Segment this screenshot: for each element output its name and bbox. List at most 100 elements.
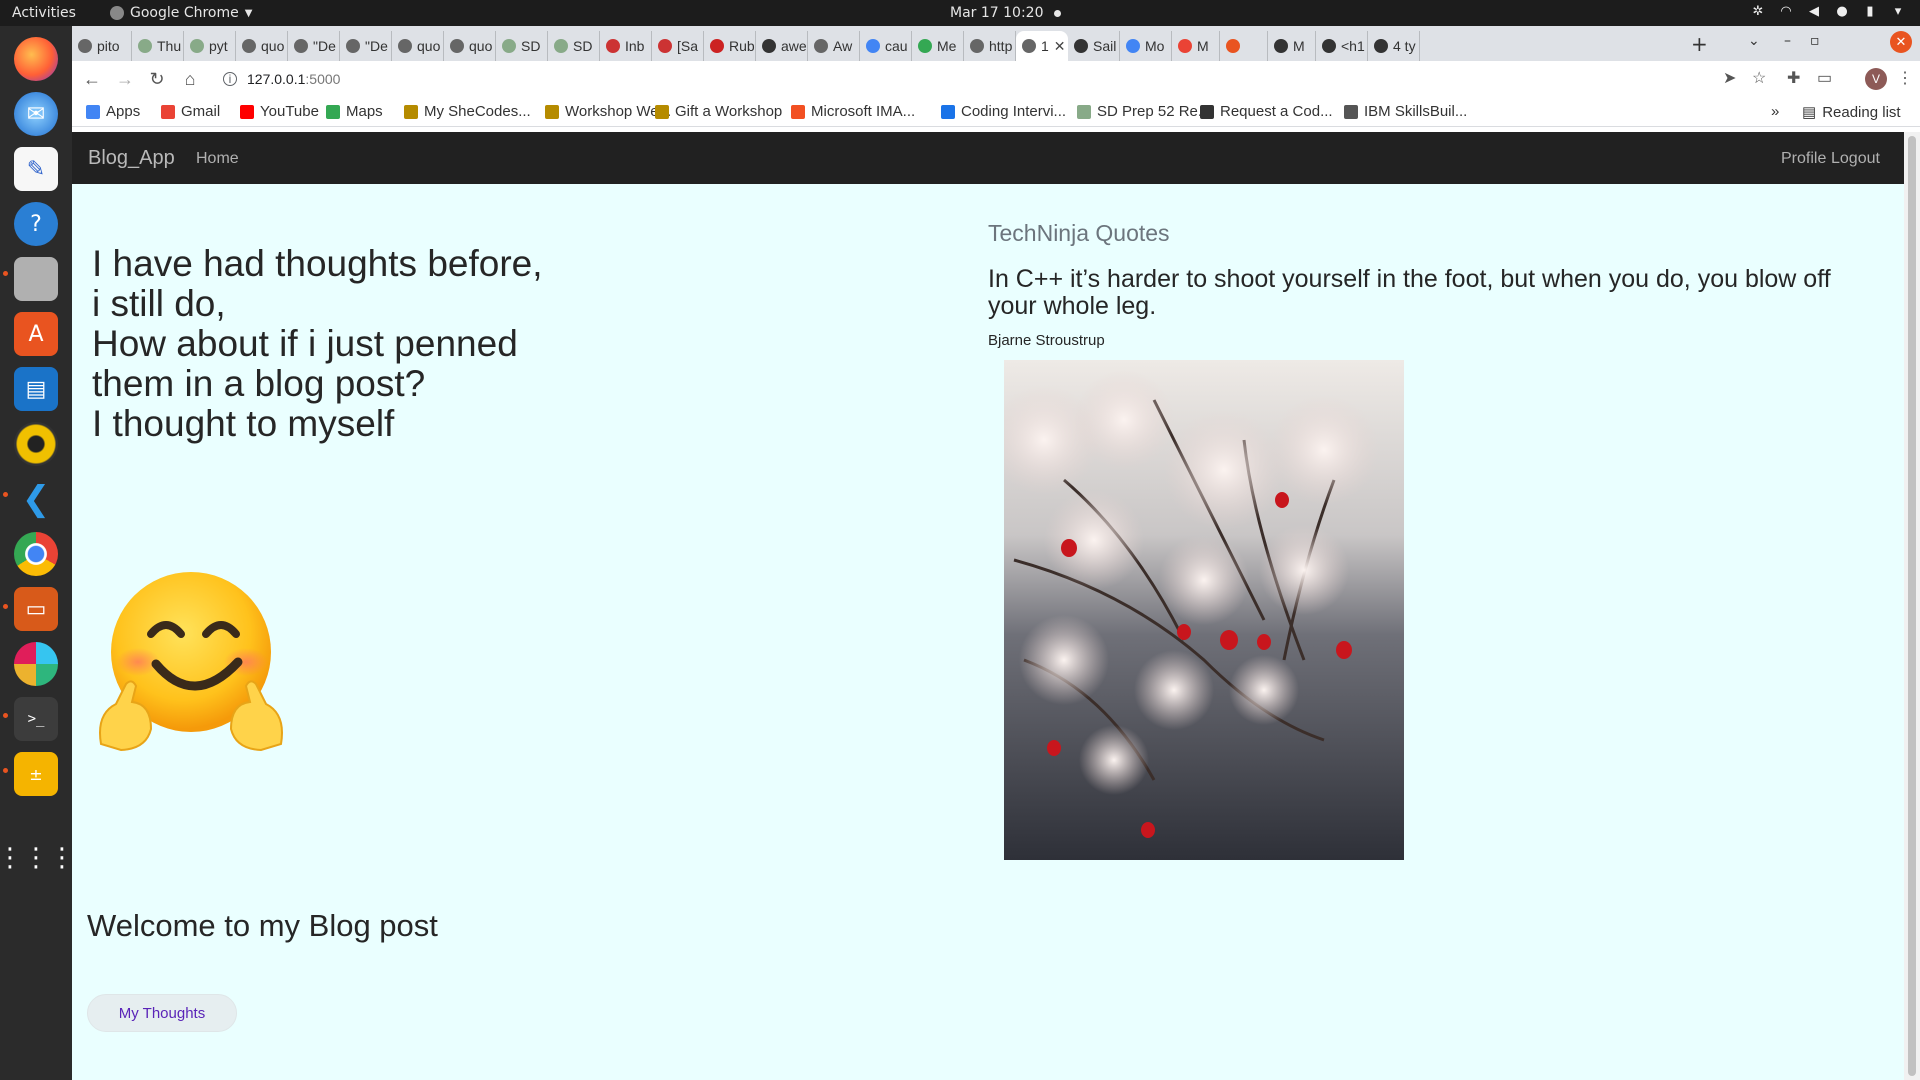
thunderbird-icon[interactable]: ✉	[14, 92, 58, 136]
bookmark-label: Gift a Workshop	[675, 103, 783, 120]
address-bar[interactable]: i 127.0.0.1:5000	[211, 65, 1771, 93]
chrome-dock-icon[interactable]	[14, 532, 58, 576]
reading-list-button[interactable]: ▤ Reading list	[1802, 103, 1901, 122]
avatar[interactable]: V	[1865, 68, 1887, 90]
my-thoughts-button[interactable]: My Thoughts	[87, 994, 237, 1032]
tab-title: "De	[365, 38, 388, 54]
app-menu-label: Google Chrome	[130, 5, 239, 21]
browser-tab[interactable]: http	[964, 31, 1016, 61]
browser-tab[interactable]: Thu	[132, 31, 184, 61]
tab-title: cau	[885, 38, 908, 54]
forward-icon[interactable]: →	[115, 69, 135, 90]
system-tray[interactable]: ✲ ◠ ◀ ● ▮ ▾	[1750, 3, 1906, 19]
bookmark-item[interactable]: Request a Cod...	[1200, 103, 1333, 120]
browser-tab[interactable]: "De	[340, 31, 392, 61]
bookmark-item[interactable]: IBM SkillsBuil...	[1344, 103, 1467, 120]
bookmark-item[interactable]: Gift a Workshop	[655, 103, 782, 120]
brand-link[interactable]: Blog_App	[88, 147, 175, 170]
extensions-icon[interactable]: ✚	[1787, 68, 1800, 88]
browser-tab[interactable]: M	[1172, 31, 1220, 61]
browser-tab[interactable]: 1 ✕	[1016, 31, 1068, 61]
nav-home-link[interactable]: Home	[196, 150, 239, 168]
browser-tab[interactable]: cau	[860, 31, 912, 61]
tab-search-icon[interactable]: ⌄	[1748, 33, 1760, 49]
tab-favicon-icon	[918, 39, 932, 53]
browser-tab[interactable]	[1220, 31, 1268, 61]
browser-tab[interactable]: Mo	[1120, 31, 1172, 61]
bookmark-item[interactable]: Microsoft IMA...	[791, 103, 915, 120]
browser-tab[interactable]: "De	[288, 31, 340, 61]
battery-icon[interactable]: ▮	[1862, 3, 1878, 19]
close-window-icon[interactable]: ✕	[1890, 31, 1912, 53]
slack-icon[interactable]	[14, 642, 58, 686]
terminal-icon[interactable]: >_	[14, 697, 58, 741]
quote-text: In C++ it’s harder to shoot yourself in …	[988, 265, 1831, 320]
new-tab-icon[interactable]: +	[1691, 32, 1708, 56]
firefox-icon[interactable]	[14, 37, 58, 81]
clock[interactable]: Mar 17 10:20	[950, 5, 1043, 21]
menu-icon[interactable]: ⋮	[1897, 68, 1913, 88]
nav-logout-link[interactable]: Logout	[1831, 150, 1880, 168]
browser-tab[interactable]: Sail	[1068, 31, 1120, 61]
browser-tab[interactable]: Inb	[600, 31, 652, 61]
tab-favicon-icon	[814, 39, 828, 53]
bookmark-item[interactable]: Maps	[326, 103, 383, 120]
browser-tab[interactable]: quo	[392, 31, 444, 61]
browser-tab[interactable]: <h1	[1316, 31, 1368, 61]
browser-tab[interactable]: 4 ty	[1368, 31, 1420, 61]
browser-tab[interactable]: quo	[444, 31, 496, 61]
browser-tab[interactable]: [Sa	[652, 31, 704, 61]
browser-tab[interactable]: SD	[548, 31, 600, 61]
impress-icon[interactable]: ▭	[14, 587, 58, 631]
bookmark-item[interactable]: My SheCodes...	[404, 103, 531, 120]
more-bookmarks-icon[interactable]: »	[1771, 103, 1779, 120]
rhythmbox-icon[interactable]	[14, 422, 58, 466]
nav-profile-link[interactable]: Profile	[1781, 150, 1826, 168]
vscode-icon[interactable]: ❮	[14, 477, 58, 521]
files-icon[interactable]	[14, 257, 58, 301]
bookmark-item[interactable]: Apps	[86, 103, 140, 120]
power-menu-icon[interactable]: ▾	[1890, 3, 1906, 19]
bookmark-item[interactable]: YouTube	[240, 103, 319, 120]
site-info-icon[interactable]: i	[223, 72, 237, 86]
text-editor-icon[interactable]: ✎	[14, 147, 58, 191]
volume-icon[interactable]: ◀	[1806, 3, 1822, 19]
browser-tab[interactable]: pyt	[184, 31, 236, 61]
wifi-icon[interactable]: ◠	[1778, 3, 1794, 19]
activities-button[interactable]: Activities	[12, 5, 76, 21]
tab-title: http	[989, 38, 1013, 54]
tab-title: Inb	[625, 38, 645, 54]
back-icon[interactable]: ←	[82, 69, 102, 90]
bookmark-item[interactable]: SD Prep 52 Re...	[1077, 103, 1210, 120]
calculator-icon[interactable]: ±	[14, 752, 58, 796]
browser-tab[interactable]: quo	[236, 31, 288, 61]
send-icon[interactable]: ➤	[1723, 68, 1736, 88]
help-icon[interactable]: ?	[14, 202, 58, 246]
cast-icon[interactable]: ▭	[1817, 68, 1832, 88]
browser-tab[interactable]: Rub	[704, 31, 756, 61]
bookmark-item[interactable]: Workshop We...	[545, 103, 671, 120]
show-apps-icon[interactable]: ⋮⋮⋮	[0, 836, 75, 880]
writer-icon[interactable]: ▤	[14, 367, 58, 411]
reload-icon[interactable]: ↻	[147, 69, 167, 90]
close-tab-icon[interactable]: ✕	[1054, 38, 1066, 55]
settings-icon[interactable]: ✲	[1750, 3, 1766, 19]
browser-tab[interactable]: pito	[72, 31, 132, 61]
bookmark-favicon-icon	[941, 104, 955, 119]
minimize-icon[interactable]: –	[1784, 33, 1791, 49]
bookmark-item[interactable]: Coding Intervi...	[941, 103, 1066, 120]
bookmark-star-icon[interactable]: ☆	[1752, 68, 1766, 88]
microphone-icon[interactable]: ●	[1834, 3, 1850, 19]
home-icon[interactable]: ⌂	[180, 69, 200, 90]
browser-tab[interactable]: Me	[912, 31, 964, 61]
system-top-bar: Activities Google Chrome ▼ Mar 17 10:20 …	[0, 0, 1920, 26]
browser-tab[interactable]: Aw	[808, 31, 860, 61]
browser-tab[interactable]: SD	[496, 31, 548, 61]
maximize-icon[interactable]: ▫	[1810, 33, 1820, 49]
software-center-icon[interactable]: A	[14, 312, 58, 356]
app-menu[interactable]: Google Chrome ▼	[110, 5, 252, 21]
browser-tab[interactable]: M	[1268, 31, 1316, 61]
page-scrollbar-thumb[interactable]	[1908, 136, 1916, 1076]
bookmark-item[interactable]: Gmail	[161, 103, 220, 120]
browser-tab[interactable]: awe	[756, 31, 808, 61]
